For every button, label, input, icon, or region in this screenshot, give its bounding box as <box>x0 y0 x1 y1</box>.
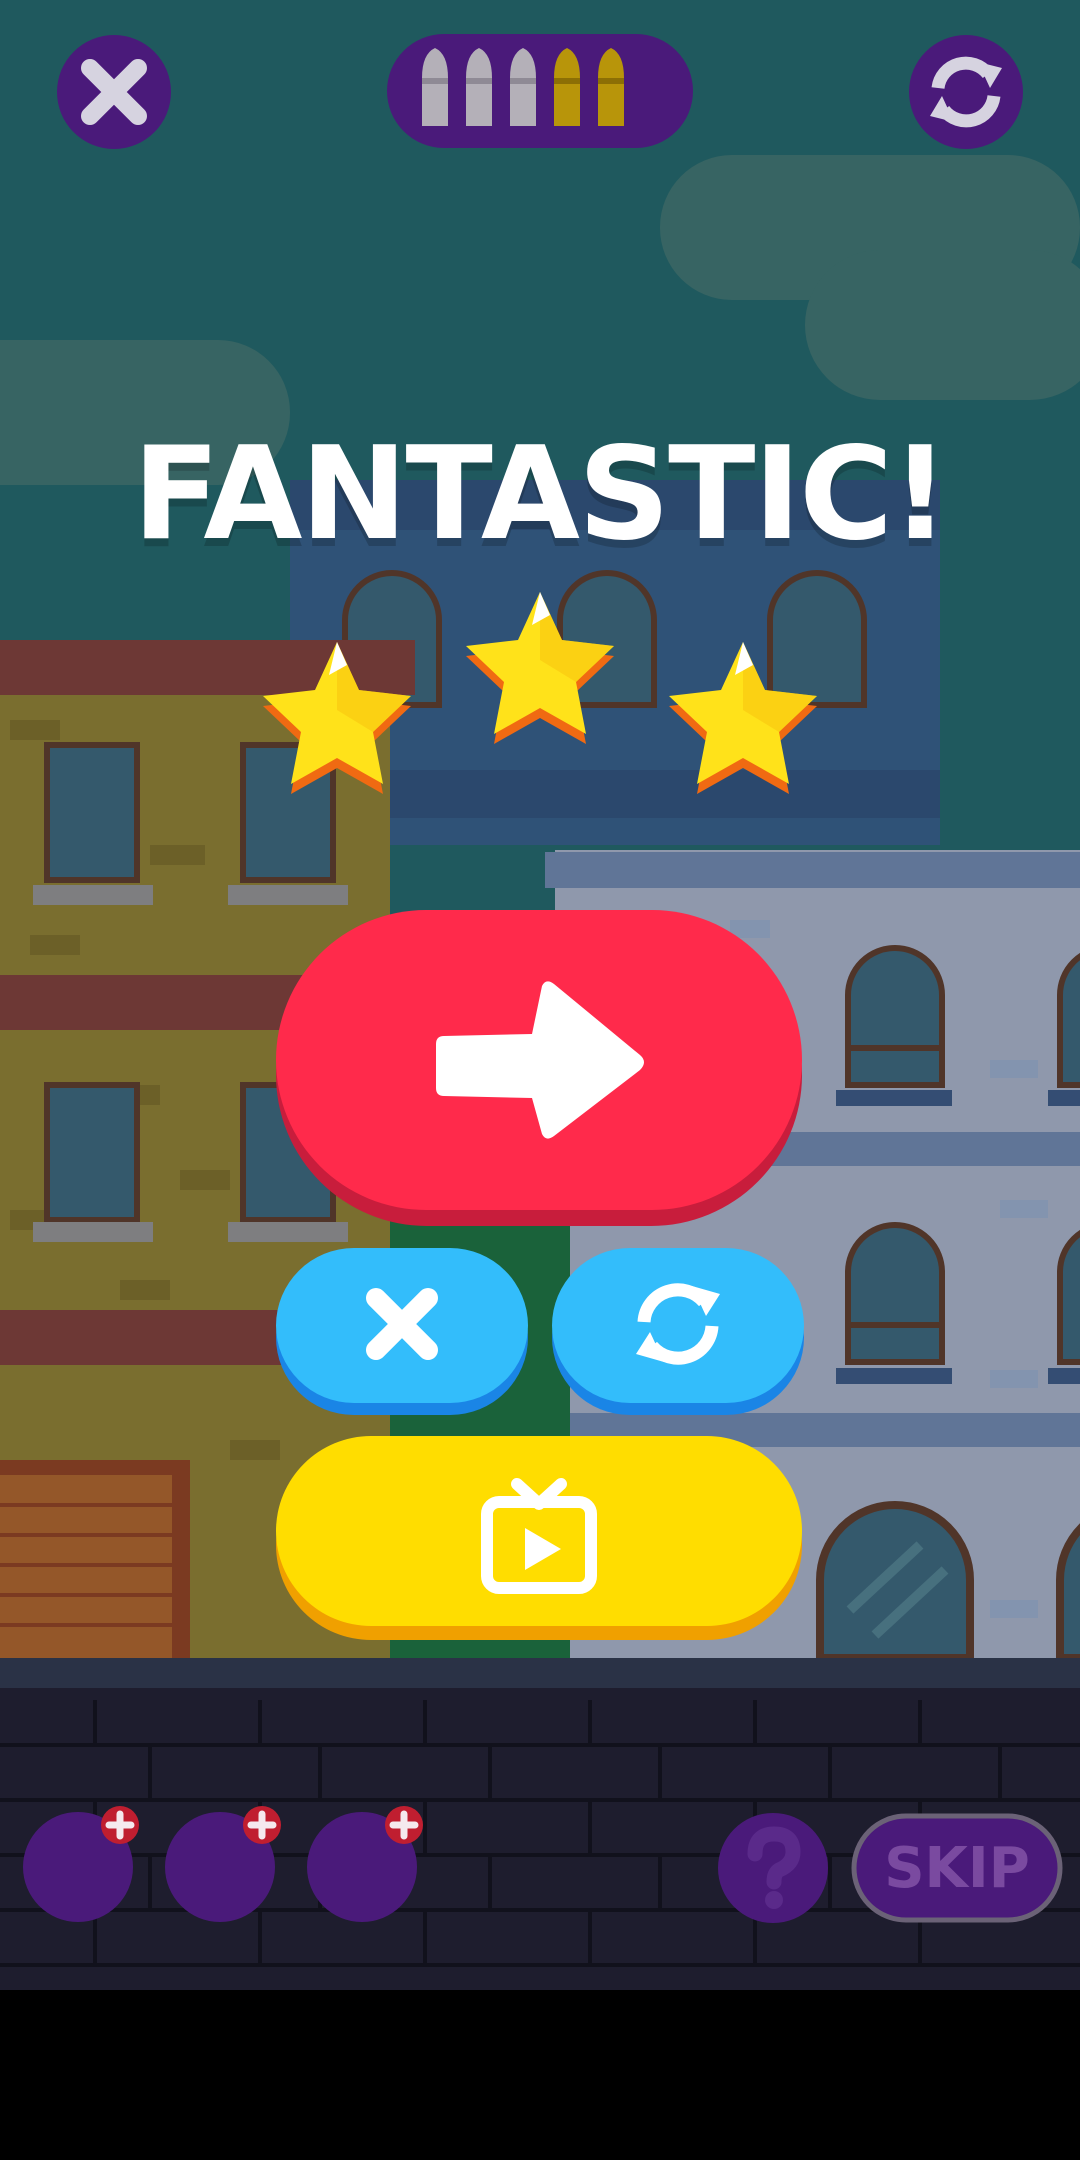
restart-level-button[interactable] <box>908 34 1024 150</box>
powerup-slot[interactable] <box>165 1806 281 1922</box>
star-2 <box>466 592 614 744</box>
bullet-band <box>598 78 624 84</box>
star-3 <box>669 642 817 794</box>
watch-ad-button[interactable] <box>276 1436 802 1642</box>
bullet-band <box>466 78 492 84</box>
bullet-remaining <box>598 48 624 126</box>
skip-button[interactable]: SKIP <box>851 1813 1063 1923</box>
powerup-slots <box>23 1806 423 1922</box>
powerup-slot[interactable] <box>307 1806 423 1922</box>
skip-label: SKIP <box>884 1836 1030 1901</box>
help-button[interactable] <box>717 1812 829 1924</box>
result-title: FANTASTIC! <box>132 420 950 569</box>
exit-button[interactable] <box>276 1248 528 1416</box>
bullet-used <box>510 48 536 126</box>
next-level-button[interactable] <box>276 910 802 1228</box>
bullet-band <box>422 78 448 84</box>
bullet-band <box>554 78 580 84</box>
powerup-slot[interactable] <box>23 1806 139 1922</box>
star-1 <box>263 642 411 794</box>
ammo-indicator <box>387 34 693 148</box>
bullet-remaining <box>554 48 580 126</box>
bullet-band <box>510 78 536 84</box>
close-level-button[interactable] <box>56 34 172 150</box>
replay-button[interactable] <box>552 1248 804 1416</box>
star-rating <box>263 592 817 794</box>
bullet-used <box>466 48 492 126</box>
game-screen: FANTASTIC! SKIP <box>0 0 1080 2160</box>
bullet-used <box>422 48 448 126</box>
